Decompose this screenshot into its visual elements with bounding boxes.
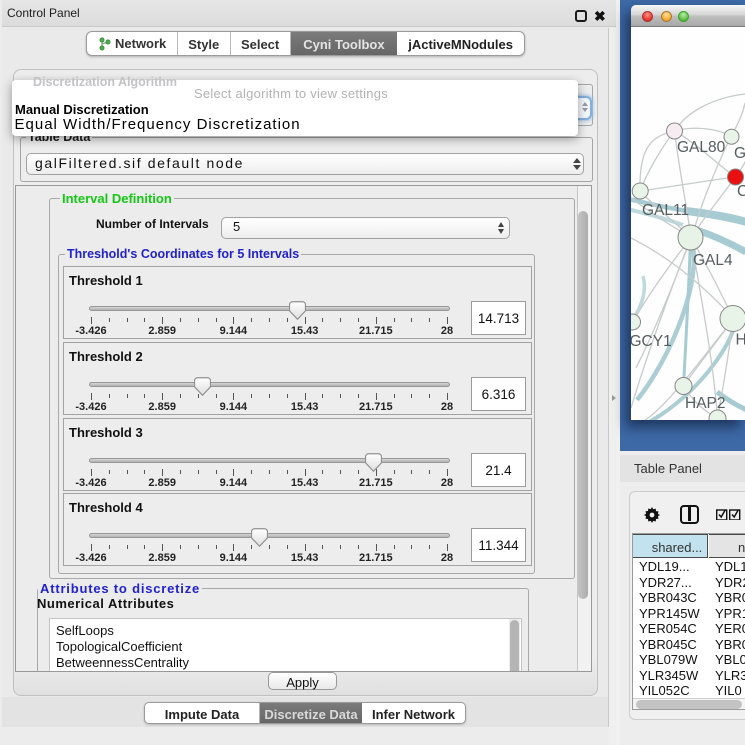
- svg-text:CY: CY: [737, 183, 745, 200]
- svg-text:GA: GA: [734, 145, 745, 162]
- svg-text:GCY1: GCY1: [631, 333, 672, 350]
- svg-text:HAP2: HAP2: [685, 395, 726, 412]
- svg-text:GAL80: GAL80: [677, 139, 726, 156]
- svg-text:H: H: [736, 332, 745, 349]
- svg-text:GAL11: GAL11: [642, 202, 689, 219]
- svg-text:GAL4: GAL4: [693, 252, 733, 269]
